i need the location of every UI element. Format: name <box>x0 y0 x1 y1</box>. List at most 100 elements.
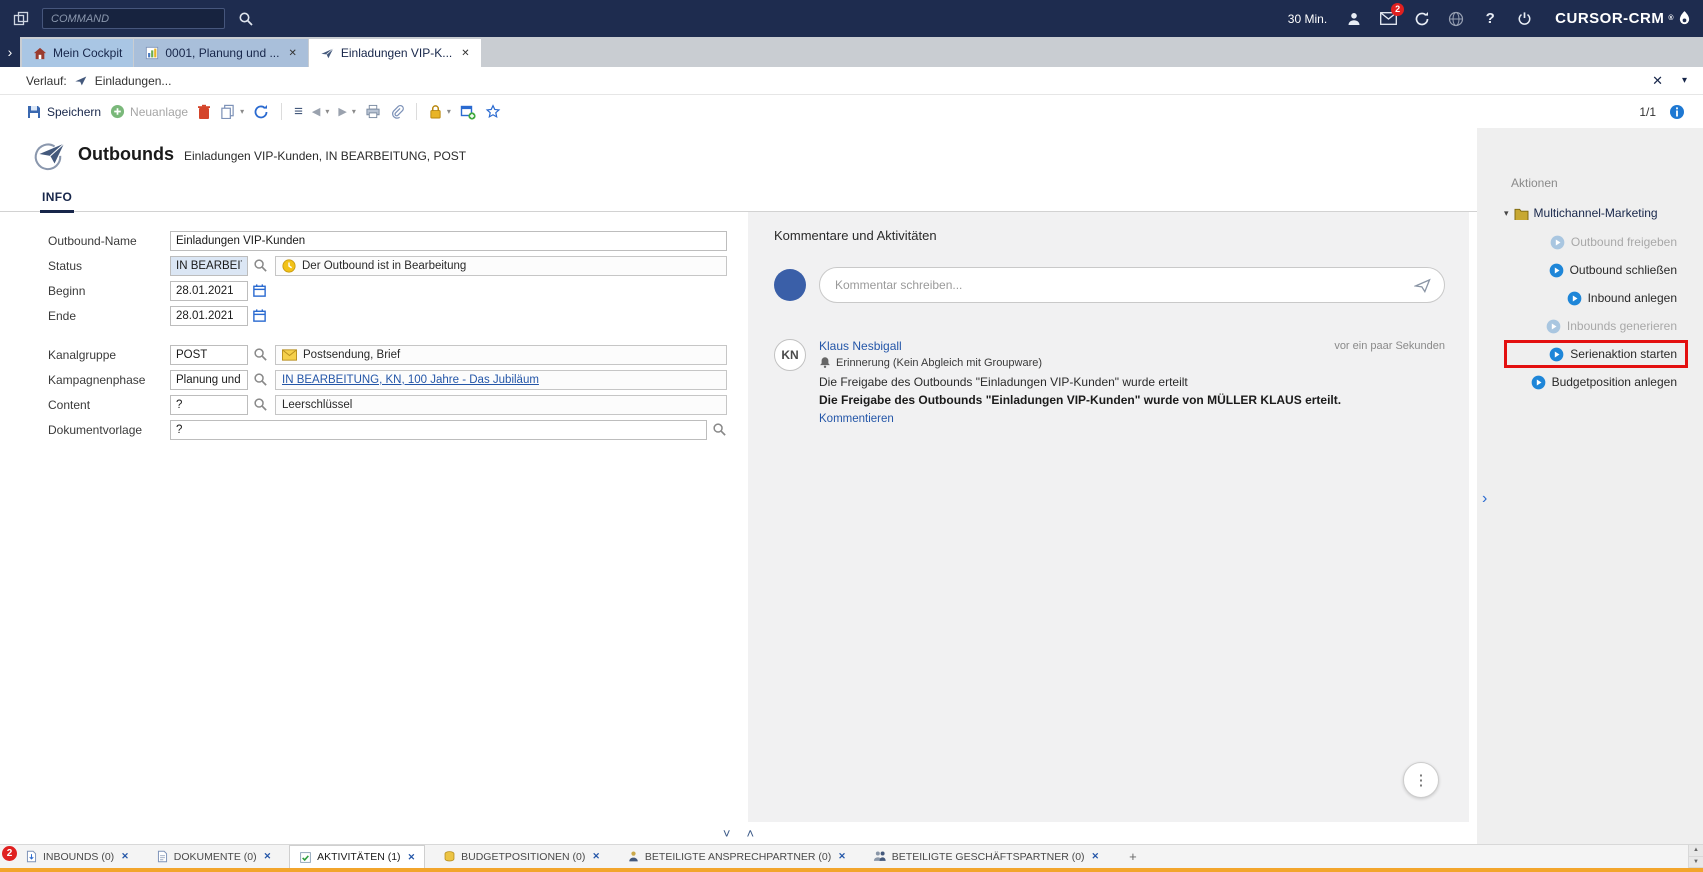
field-label: Status <box>48 259 170 273</box>
bottom-tab-aktivitaeten[interactable]: AKTIVITÄTEN (1) ✕ <box>289 845 425 868</box>
close-icon[interactable]: ✕ <box>1652 73 1663 89</box>
tab-kampagne-0001[interactable]: 0001, Planung und ... ✕ <box>134 39 307 67</box>
globe-icon[interactable] <box>1443 8 1469 30</box>
close-icon[interactable]: ✕ <box>461 48 469 59</box>
previous-record-button[interactable]: ◀▾ <box>312 105 329 118</box>
new-window-button[interactable] <box>460 104 476 120</box>
calendar-icon[interactable] <box>252 308 267 323</box>
close-icon[interactable]: ✕ <box>288 48 296 59</box>
page-title: Outbounds <box>78 144 174 165</box>
search-icon[interactable] <box>253 347 268 362</box>
comment-input[interactable] <box>835 278 1406 292</box>
collapse-down-icon[interactable]: ˅ <box>723 826 731 841</box>
action-label: Budgetposition anlegen <box>1552 375 1677 389</box>
toolbar-separator <box>416 103 417 120</box>
tab-mein-cockpit[interactable]: Mein Cockpit <box>22 39 133 67</box>
copy-button[interactable]: ▾ <box>220 104 244 119</box>
sync-icon[interactable] <box>1409 8 1435 30</box>
info-icon[interactable] <box>1669 104 1685 120</box>
favorite-star-icon[interactable] <box>485 104 501 119</box>
scroll-down-icon[interactable]: ▼ <box>1689 857 1703 869</box>
kampagnenphase-detail-field: IN BEARBEITUNG, KN, 100 Jahre - Das Jubi… <box>275 370 727 390</box>
tab-info[interactable]: INFO <box>40 190 74 213</box>
play-circle-icon <box>1546 319 1561 334</box>
collapse-up-icon[interactable]: ˄ <box>747 826 755 841</box>
bottom-tab-beteiligte-geschaeftspartner[interactable]: BETEILIGTE GESCHÄFTSPARTNER (0) ✕ <box>864 845 1108 868</box>
field-label: Kampagnenphase <box>48 373 170 387</box>
action-budgetposition-anlegen[interactable]: Budgetposition anlegen <box>1477 368 1703 396</box>
beginn-date-input[interactable] <box>170 281 248 301</box>
bottom-tab-label: DOKUMENTE (0) <box>174 851 257 863</box>
help-icon[interactable]: ? <box>1477 8 1503 30</box>
save-button[interactable]: Speichern <box>26 104 101 120</box>
related-records-bar: INBOUNDS (0) ✕ DOKUMENTE (0) ✕ AKTIVITÄT… <box>0 844 1703 868</box>
comments-panel: Kommentare und Aktivitäten KN Klaus Nesb… <box>748 212 1469 822</box>
menu-icon[interactable]: ≡ <box>294 103 303 120</box>
chevron-down-icon[interactable]: ▾ <box>1682 75 1687 86</box>
bottom-tab-dokumente[interactable]: DOKUMENTE (0) ✕ <box>147 845 280 868</box>
user-icon[interactable] <box>1341 8 1367 30</box>
close-icon[interactable]: ✕ <box>592 851 600 862</box>
kampagnenphase-input[interactable] <box>170 370 248 390</box>
history-entry[interactable]: Einladungen... <box>95 74 172 88</box>
action-serienaktion-starten[interactable]: Serienaktion starten <box>1504 340 1688 368</box>
search-icon[interactable] <box>253 258 268 273</box>
logout-power-icon[interactable] <box>1511 8 1537 30</box>
send-icon[interactable] <box>1414 278 1431 293</box>
status-input[interactable] <box>170 256 248 276</box>
search-icon[interactable] <box>712 422 727 437</box>
windows-icon[interactable] <box>8 8 34 30</box>
next-record-button[interactable]: ▶▾ <box>338 105 355 118</box>
bottom-tab-beteiligte-ansprechpartner[interactable]: BETEILIGTE ANSPRECHPARTNER (0) ✕ <box>618 845 855 868</box>
close-icon[interactable]: ✕ <box>121 851 129 862</box>
bottom-tab-budgetpositionen[interactable]: BUDGETPOSITIONEN (0) ✕ <box>434 845 609 868</box>
ende-date-input[interactable] <box>170 306 248 326</box>
comment-action-link[interactable]: Kommentieren <box>819 413 894 425</box>
folder-icon <box>1514 207 1529 220</box>
action-inbound-anlegen[interactable]: Inbound anlegen <box>1477 284 1703 312</box>
sidebar-expand-chevron[interactable]: › <box>1482 490 1487 508</box>
partners-icon <box>873 850 887 863</box>
author-link[interactable]: Klaus Nesbigall <box>819 339 902 353</box>
actions-group-multichannel[interactable]: ▾ Multichannel-Marketing <box>1477 206 1703 220</box>
more-options-button[interactable]: ⋮ <box>1403 762 1439 798</box>
content-input[interactable] <box>170 395 248 415</box>
brand-mark: ® <box>1668 15 1674 22</box>
calendar-icon[interactable] <box>252 283 267 298</box>
close-icon[interactable]: ✕ <box>1092 851 1100 862</box>
close-icon[interactable]: ✕ <box>838 851 846 862</box>
comments-heading: Kommentare und Aktivitäten <box>774 228 1445 243</box>
print-button[interactable] <box>365 104 381 119</box>
add-tab-button[interactable]: + <box>1117 845 1149 868</box>
delete-button[interactable] <box>197 104 211 120</box>
chevron-down-icon: ▾ <box>240 107 244 116</box>
scroll-up-icon[interactable]: ▲ <box>1689 845 1703 857</box>
action-label: Serienaktion starten <box>1570 347 1677 361</box>
kampagnenphase-link[interactable]: IN BEARBEITUNG, KN, 100 Jahre - Das Jubi… <box>282 374 539 386</box>
status-detail-text: Der Outbound ist in Bearbeitung <box>302 260 466 272</box>
lock-button[interactable]: ▾ <box>429 104 451 119</box>
refresh-button[interactable] <box>253 104 269 120</box>
tab-einladungen-vip[interactable]: Einladungen VIP-K... ✕ <box>309 39 481 67</box>
attachment-icon[interactable] <box>390 104 404 119</box>
close-icon[interactable]: ✕ <box>408 852 416 863</box>
outbound-name-input[interactable] <box>170 231 727 251</box>
close-icon[interactable]: ✕ <box>264 851 272 862</box>
action-outbound-schliessen[interactable]: Outbound schließen <box>1477 256 1703 284</box>
tab-overflow-chevron[interactable]: › <box>0 37 20 67</box>
search-icon[interactable] <box>253 372 268 387</box>
command-search-icon[interactable] <box>233 8 259 30</box>
action-label: Outbound schließen <box>1570 263 1677 277</box>
form-row-ende: Ende <box>48 303 748 328</box>
dokumentvorlage-input[interactable] <box>170 420 707 440</box>
mail-icon[interactable]: 2 <box>1375 8 1401 30</box>
save-icon <box>26 104 42 120</box>
activity-check-icon <box>299 851 312 864</box>
bell-icon <box>819 356 831 369</box>
kanalgruppe-input[interactable] <box>170 345 248 365</box>
new-record-button[interactable]: Neuanlage <box>110 104 188 119</box>
command-input[interactable] <box>42 8 225 29</box>
search-icon[interactable] <box>253 397 268 412</box>
bottom-tab-inbounds[interactable]: INBOUNDS (0) ✕ <box>16 845 138 868</box>
notification-badge[interactable]: 2 <box>2 846 17 861</box>
